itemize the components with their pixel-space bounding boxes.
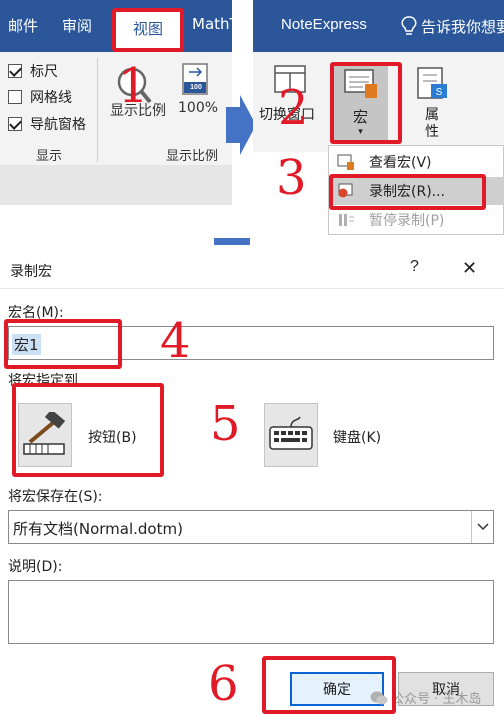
gridlines-label: 网格线: [30, 90, 72, 106]
menu-pause-recording-label: 暂停录制(P): [369, 213, 445, 229]
record-macro-dialog: [0, 245, 504, 720]
step-6-number: 6: [208, 656, 239, 712]
ruler-checkbox-row[interactable]: 标尺: [8, 60, 58, 82]
description-label: 说明(D):: [8, 559, 63, 575]
menu-pause-recording: 暂停录制(P): [329, 206, 504, 234]
assign-keyboard-option[interactable]: [264, 403, 318, 467]
hundred-percent-icon: [182, 63, 208, 95]
ribbon-lower-area: [0, 165, 232, 205]
svg-text:S: S: [436, 87, 443, 98]
hundred-percent-label: 100%: [178, 100, 219, 116]
watermark-text: 公众号 · 王木岛: [391, 692, 482, 707]
gridlines-checkbox[interactable]: [8, 90, 22, 104]
tell-me-search[interactable]: 告诉我你想要: [421, 16, 504, 37]
annotation-box-macro-name: [4, 319, 122, 369]
title-separator: [0, 288, 504, 289]
hundred-percent-button[interactable]: [178, 62, 218, 98]
menu-view-macros[interactable]: 查看宏(V): [329, 148, 504, 176]
annotation-box-macro: [330, 62, 402, 144]
step-2-number: 2: [278, 80, 309, 136]
annotation-box-button: [12, 383, 164, 477]
tab-mailings[interactable]: 邮件: [8, 15, 38, 36]
annotation-box-ok: [262, 656, 396, 714]
step-5-number: 5: [210, 396, 241, 452]
chevron-down-icon: [476, 523, 489, 531]
arrow-right-icon: [226, 95, 256, 155]
description-textarea[interactable]: [8, 580, 494, 644]
keyboard-icon: [269, 416, 313, 450]
annotation-box-record: [329, 174, 486, 210]
zoom-group-label: 显示比例: [166, 149, 219, 164]
ruler-label: 标尺: [30, 64, 58, 80]
dialog-title: 录制宏: [10, 264, 52, 280]
step-4-number: 4: [160, 313, 191, 369]
view-macros-icon: [337, 154, 354, 170]
ruler-checkbox[interactable]: [8, 64, 22, 78]
tab-noteexpress[interactable]: NoteExpress: [281, 16, 367, 33]
assign-keyboard-label[interactable]: 键盘(K): [333, 427, 381, 447]
menu-view-macros-label: 查看宏(V): [369, 155, 432, 171]
properties-button[interactable]: 属 性: [425, 106, 441, 140]
pause-recording-icon: [339, 214, 354, 226]
gridlines-checkbox-row[interactable]: 网格线: [8, 86, 72, 108]
annotation-box-view-tab: [112, 8, 184, 52]
step-3-number: 3: [276, 150, 307, 206]
navpane-label: 导航窗格: [30, 117, 86, 133]
hundred-badge: 100: [190, 84, 202, 91]
navpane-checkbox[interactable]: [8, 117, 22, 131]
lightbulb-icon: [401, 16, 417, 35]
step-1-number: 1: [118, 58, 149, 114]
store-in-label: 将宏保存在(S):: [8, 489, 103, 505]
help-button[interactable]: ?: [410, 258, 419, 276]
group-divider: [97, 58, 98, 162]
store-in-value: 所有文档(Normal.dotm): [13, 520, 183, 538]
store-in-dropdown[interactable]: [471, 511, 493, 543]
properties-icon: S: [417, 67, 447, 99]
close-button[interactable]: ✕: [462, 258, 477, 279]
tab-review[interactable]: 审阅: [62, 15, 92, 36]
tab-mathtype[interactable]: MathT: [192, 15, 232, 33]
store-in-select[interactable]: 所有文档(Normal.dotm): [8, 510, 494, 544]
navpane-checkbox-row[interactable]: 导航窗格: [8, 113, 86, 135]
show-group-label: 显示: [36, 149, 63, 164]
